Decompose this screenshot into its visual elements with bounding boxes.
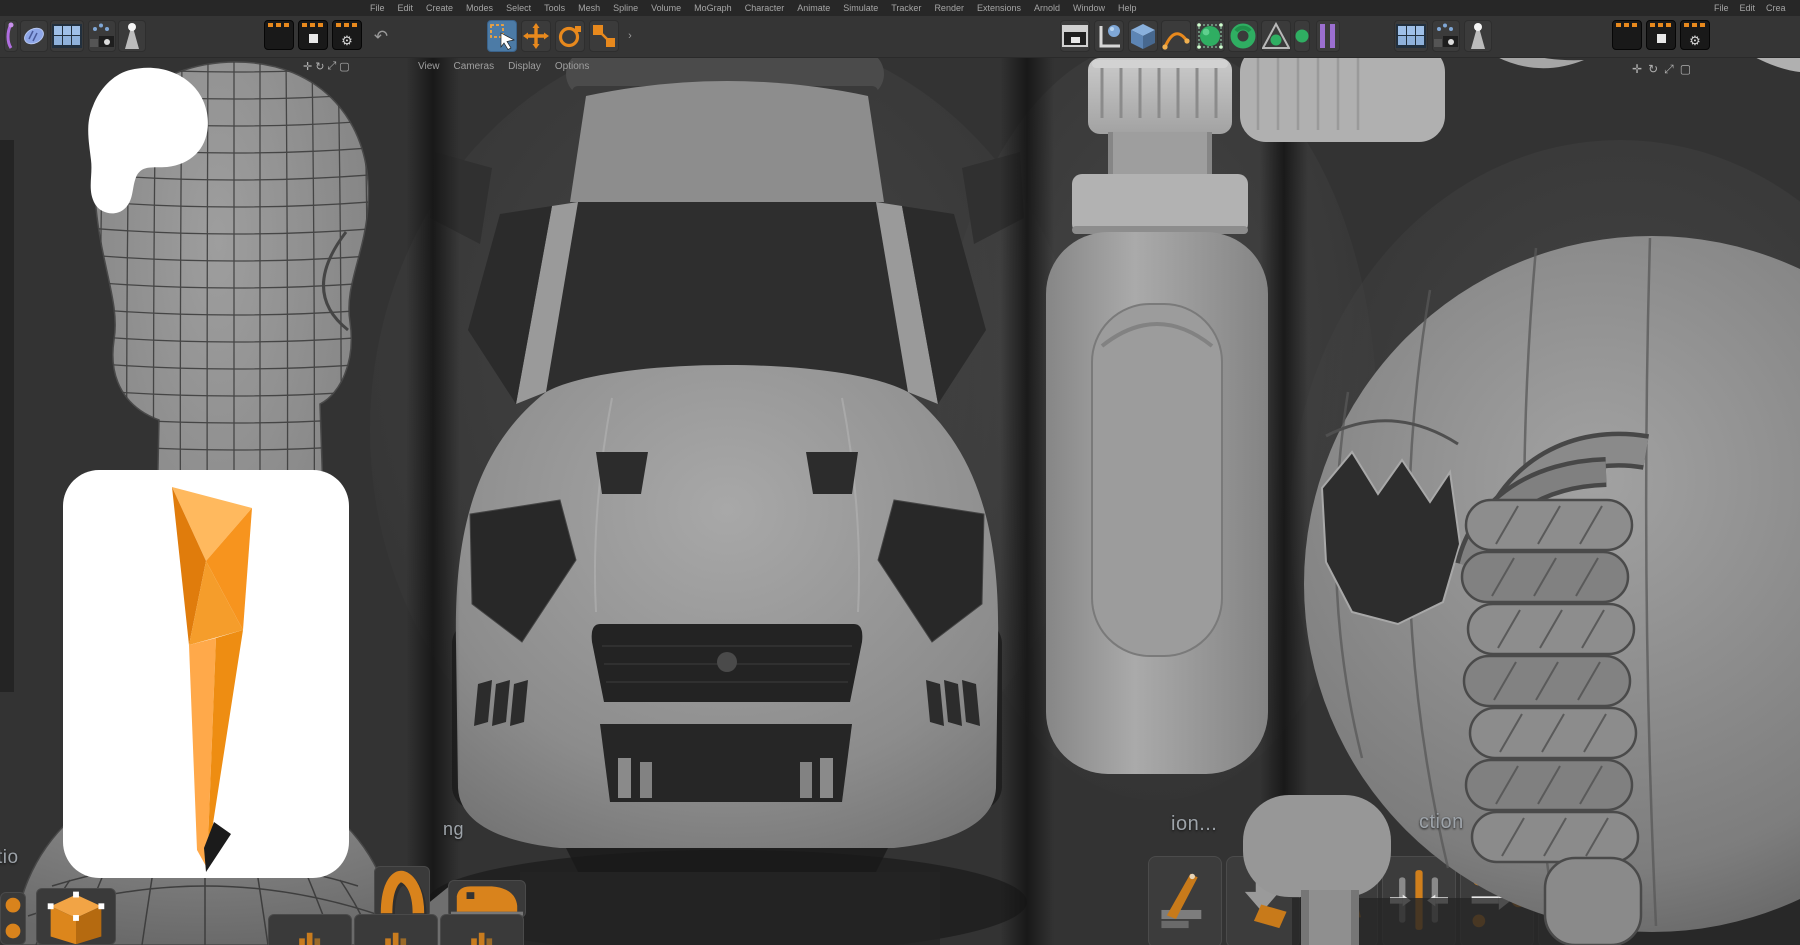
cone-icon[interactable] — [1261, 20, 1291, 52]
zoom-view-icon-2[interactable]: ⤢ — [1664, 62, 1674, 77]
menu-item-animate[interactable]: Animate — [797, 3, 830, 13]
coordinate-system-icon[interactable] — [1094, 20, 1124, 52]
menu-item-select[interactable]: Select — [506, 3, 531, 13]
magnet-tool-icon[interactable] — [374, 866, 430, 918]
menu-item-render[interactable]: Render — [934, 3, 964, 13]
live-selection-icon[interactable] — [487, 20, 517, 52]
menu-bar: File Edit Create Modes Select Tools Mesh… — [0, 0, 1800, 17]
menu-item-mesh[interactable]: Mesh — [578, 3, 600, 13]
menu-item-modes[interactable]: Modes — [466, 3, 493, 13]
text-fragment-bottom-left: tio — [0, 847, 19, 869]
pan-view-icon[interactable]: ✛ — [303, 60, 312, 73]
add-cube-icon[interactable] — [1128, 20, 1158, 52]
sphere-icon[interactable] — [1294, 20, 1310, 52]
banner-root: tio ng ion... ction File Edit Create Mod… — [0, 0, 1800, 945]
chevron-right-icon[interactable]: › — [623, 20, 637, 52]
menu-item-help[interactable]: Help — [1118, 3, 1137, 13]
maximize-view-icon-2[interactable]: ▢ — [1680, 62, 1691, 77]
orbit-view-icon-2[interactable]: ↻ — [1648, 62, 1658, 77]
render-picture-viewer-icon[interactable] — [298, 20, 328, 50]
viewport-menu-view[interactable]: View — [418, 61, 440, 72]
render-settings-icon[interactable]: ⚙ — [332, 20, 362, 50]
menu-item-spline[interactable]: Spline — [613, 3, 638, 13]
render-settings-icon-2[interactable]: ⚙ — [1680, 20, 1710, 50]
light-icon-2[interactable] — [1464, 20, 1492, 52]
move-tool-icon[interactable] — [521, 20, 551, 52]
light-icon[interactable] — [118, 20, 146, 52]
palette-dots-icon[interactable] — [0, 892, 26, 945]
snap-cluster-icon[interactable] — [88, 20, 116, 52]
pan-view-icon-2[interactable]: ✛ — [1632, 62, 1642, 77]
render-view-icon-2[interactable] — [1612, 20, 1642, 50]
zoom-view-icon[interactable]: ⤢ — [327, 60, 336, 73]
text-fragment-left-of-pumpkin: ction — [1419, 811, 1464, 834]
layout-grid-icon-2[interactable] — [1394, 20, 1428, 52]
torus-icon[interactable] — [1228, 20, 1258, 52]
menu-item-create[interactable]: Create — [426, 3, 453, 13]
scale-tool-icon[interactable] — [589, 20, 619, 52]
maximize-view-icon[interactable]: ▢ — [339, 60, 349, 73]
subdivision-sphere-icon[interactable] — [1195, 20, 1225, 52]
undo-icon[interactable]: ↶ — [368, 20, 394, 52]
viewport-menu-display[interactable]: Display — [508, 61, 541, 72]
orange-lowpoly-p-logomark — [63, 470, 349, 878]
snap-cluster-icon-2[interactable] — [1432, 20, 1460, 52]
viewport-menu: View Cameras Display Options — [418, 57, 589, 75]
text-fragment-below-cable: ion... — [1171, 813, 1217, 836]
paint-blob-icon[interactable] — [20, 20, 48, 52]
layout-grid-icon[interactable] — [50, 20, 84, 52]
svg-text:⚙: ⚙ — [341, 33, 353, 48]
main-toolbar: ⚙ ↶ › — [0, 16, 1800, 58]
viewport-nav-left: ✛ ↻ ⤢ ▢ — [303, 57, 350, 75]
rotate-tool-icon[interactable] — [555, 20, 585, 52]
iron-tool-icon[interactable] — [448, 880, 526, 918]
text-fragment-left-of-car: ng — [443, 819, 464, 840]
menu-item-create-2[interactable]: Crea — [1766, 3, 1786, 13]
menu-item-volume[interactable]: Volume — [651, 3, 681, 13]
menu-item-tracker[interactable]: Tracker — [891, 3, 921, 13]
polygon-cube-icon[interactable] — [36, 888, 116, 945]
orbit-view-icon[interactable]: ↻ — [315, 60, 324, 73]
svg-text:⚙: ⚙ — [1689, 33, 1701, 48]
pen-tool-icon[interactable] — [4, 20, 18, 52]
render-view-icon[interactable] — [264, 20, 294, 50]
menu-item-window[interactable]: Window — [1073, 3, 1105, 13]
falloff-profile-icon[interactable] — [268, 914, 352, 945]
viewport-nav-right: ✛ ↻ ⤢ ▢ — [1632, 60, 1691, 78]
menu-item-character[interactable]: Character — [745, 3, 785, 13]
patreon-logomark — [72, 64, 212, 216]
menu-item-edit[interactable]: Edit — [398, 3, 414, 13]
viewport-menu-options[interactable]: Options — [555, 61, 589, 72]
menu-item-arnold[interactable]: Arnold — [1034, 3, 1060, 13]
menu-item-file-2[interactable]: File — [1714, 3, 1729, 13]
menu-item-edit-2[interactable]: Edit — [1740, 3, 1756, 13]
menu-item-file[interactable]: File — [370, 3, 385, 13]
menu-item-simulate[interactable]: Simulate — [843, 3, 878, 13]
render-picture-viewer-icon-2[interactable] — [1646, 20, 1676, 50]
menu-item-mograph[interactable]: MoGraph — [694, 3, 732, 13]
spline-pen-icon[interactable] — [1161, 20, 1191, 52]
secondary-window-menus: File Edit Crea — [1714, 0, 1800, 16]
deformer-bars-icon[interactable] — [1316, 20, 1340, 52]
menu-item-extensions: Extensions — [977, 3, 1021, 13]
main-menus: File Edit Create Modes Select Tools Mesh… — [370, 0, 1137, 16]
viewport-menu-cameras[interactable]: Cameras — [454, 61, 495, 72]
creator-logo-card — [63, 470, 349, 878]
menu-item-tools[interactable]: Tools — [544, 3, 565, 13]
workplane-icon[interactable] — [1060, 20, 1090, 52]
falloff-profile-icon[interactable] — [354, 914, 438, 945]
falloff-profile-icon[interactable] — [440, 914, 524, 945]
